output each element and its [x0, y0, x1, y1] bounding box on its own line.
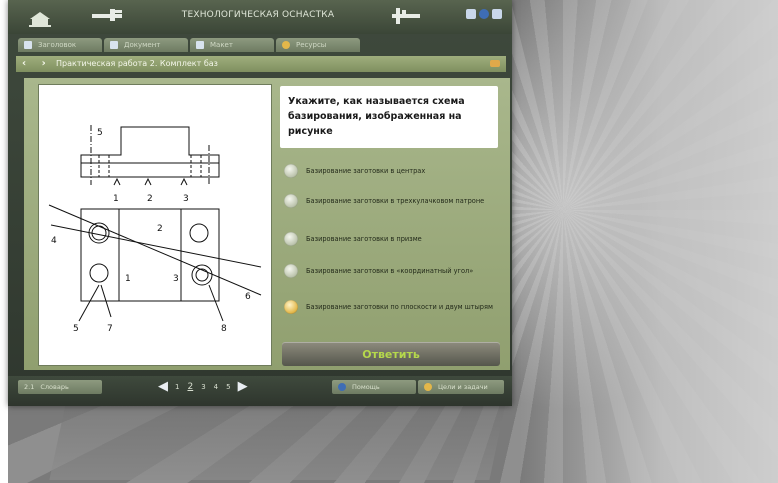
window-title: ТЕХНОЛОГИЧЕСКАЯ ОСНАСТКА [181, 10, 335, 20]
drawing-label: 8 [221, 324, 227, 334]
breadcrumb-bar: ‹ › Практическая работа 2. Комплект баз [16, 56, 506, 72]
goals-button[interactable]: Цели и задачи [418, 380, 504, 394]
question-box: Укажите, как называется схема базировани… [280, 86, 498, 148]
answer-button[interactable]: Ответить [282, 342, 500, 366]
caliper-icon [92, 9, 122, 21]
answer-button-label: Ответить [362, 347, 420, 361]
app-window: ТЕХНОЛОГИЧЕСКАЯ ОСНАСТКА Заголовок Докум… [8, 0, 512, 406]
dictionary-button[interactable]: 2.1 Словарь [18, 380, 102, 394]
drawing-label: 4 [51, 236, 57, 246]
drawing-label: 1 [113, 194, 119, 204]
prev-page-button[interactable]: ◀ [158, 379, 168, 394]
radio-button[interactable] [284, 264, 298, 278]
drawing-label: 2 [147, 194, 153, 204]
answer-option-label: Базирование заготовки в «координатный уг… [306, 267, 474, 275]
page-number-current[interactable]: 2 [186, 382, 194, 392]
drawing-label: 6 [245, 292, 251, 302]
help-button[interactable]: Помощь [332, 380, 416, 394]
tab-label: Ресурсы [296, 41, 327, 49]
help-label: Помощь [352, 383, 380, 391]
wrench-icon [392, 8, 420, 24]
menu-icon[interactable] [492, 9, 502, 19]
page-number[interactable]: 4 [213, 383, 219, 391]
nav-arrows[interactable]: ‹ › [22, 58, 52, 69]
window-controls [466, 9, 502, 19]
grid-icon[interactable] [466, 9, 476, 19]
question-text: Укажите, как называется схема базировани… [288, 96, 465, 137]
help-icon[interactable] [479, 9, 489, 19]
drawing-label: 5 [73, 324, 79, 334]
answer-option[interactable]: Базирование заготовки по плоскости и дву… [284, 300, 498, 314]
dictionary-label: Словарь [40, 383, 69, 391]
collapse-icon[interactable] [490, 60, 500, 67]
radio-button[interactable] [284, 164, 298, 178]
tab-label: Заголовок [38, 41, 77, 49]
background-fade [520, 0, 778, 483]
document-icon [110, 41, 118, 49]
content-panel: 5 1 2 3 2 4 1 3 6 5 7 8 Укажите, как наз… [24, 78, 510, 370]
breadcrumb: Практическая работа 2. Комплект баз [56, 59, 218, 68]
help-icon [338, 383, 346, 391]
goals-icon [424, 383, 432, 391]
page-number[interactable]: 1 [174, 383, 180, 391]
page-number[interactable]: 3 [200, 383, 206, 391]
tab-bar: Заголовок Документ Макет Ресурсы [18, 38, 360, 52]
tab-resources[interactable]: Ресурсы [276, 38, 360, 52]
layout-icon [196, 41, 204, 49]
tab-layout[interactable]: Макет [190, 38, 274, 52]
next-page-button[interactable]: ▶ [238, 379, 248, 394]
answer-option[interactable]: Базирование заготовки в призме [284, 232, 498, 246]
answer-option-label: Базирование заготовки в трехкулачковом п… [306, 197, 485, 205]
technical-drawing: 5 1 2 3 2 4 1 3 6 5 7 8 [38, 84, 272, 366]
radio-button[interactable] [284, 194, 298, 208]
pager: ◀ 1 2 3 4 5 ▶ [158, 379, 248, 394]
drawing-label: 3 [173, 274, 179, 284]
answer-option[interactable]: Базирование заготовки в центрах [284, 164, 498, 178]
goals-label: Цели и задачи [438, 383, 488, 391]
tab-title[interactable]: Заголовок [18, 38, 102, 52]
answer-option-label: Базирование заготовки по плоскости и дву… [306, 303, 493, 311]
footer-bar: 2.1 Словарь ◀ 1 2 3 4 5 ▶ Помощь Цели и … [8, 376, 512, 406]
tab-label: Документ [124, 41, 161, 49]
radio-button-selected[interactable] [284, 300, 298, 314]
answer-option-label: Базирование заготовки в центрах [306, 167, 426, 175]
answer-option-label: Базирование заготовки в призме [306, 235, 422, 243]
drawing-label: 1 [125, 274, 131, 284]
drawing-label: 3 [183, 194, 189, 204]
radio-button[interactable] [284, 232, 298, 246]
tab-label: Макет [210, 41, 233, 49]
page-number[interactable]: 5 [225, 383, 231, 391]
home-icon [24, 41, 32, 49]
resources-icon [282, 41, 290, 49]
drawing-label: 7 [107, 324, 113, 334]
answer-option[interactable]: Базирование заготовки в «координатный уг… [284, 264, 498, 278]
answer-option[interactable]: Базирование заготовки в трехкулачковом п… [284, 194, 498, 208]
drawing-label: 2 [157, 224, 163, 234]
dictionary-code: 2.1 [24, 383, 35, 391]
drawing-label: 5 [97, 128, 103, 138]
title-bar: ТЕХНОЛОГИЧЕСКАЯ ОСНАСТКА [8, 0, 512, 34]
drawing-svg: 5 1 2 3 2 4 1 3 6 5 7 8 [48, 125, 262, 334]
tab-document[interactable]: Документ [104, 38, 188, 52]
logo-icon [29, 12, 51, 27]
